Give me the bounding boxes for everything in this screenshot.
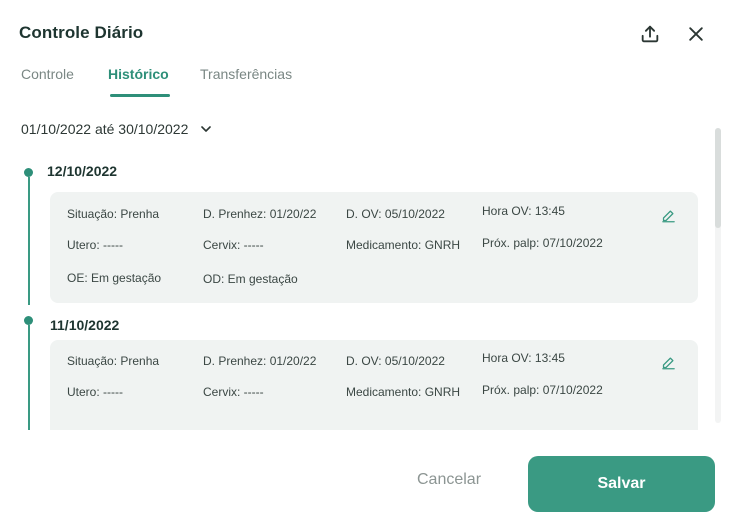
cancel-button[interactable]: Cancelar: [398, 462, 500, 498]
upload-icon: [641, 25, 659, 43]
history-card: Situação: Prenha D. Prenhez: 01/20/22 D.…: [50, 340, 698, 430]
field-od: OD: Em gestação: [203, 272, 298, 286]
field-prox-palp: Próx. palp: 07/10/2022: [482, 236, 603, 250]
active-tab-indicator: [110, 94, 170, 97]
date-range-label: 01/10/2022 até 30/10/2022: [21, 121, 189, 137]
edit-button[interactable]: [659, 206, 677, 224]
field-prox-palp: Próx. palp: 07/10/2022: [482, 383, 603, 397]
field-d-ov: D. OV: 05/10/2022: [346, 207, 445, 221]
tab-historico[interactable]: Histórico: [108, 66, 169, 82]
field-cervix: Cervix: -----: [203, 385, 264, 399]
edit-button[interactable]: [659, 353, 677, 371]
entry-date: 11/10/2022: [50, 317, 120, 333]
chevron-down-icon: [201, 126, 212, 132]
field-d-ov: D. OV: 05/10/2022: [346, 354, 445, 368]
field-utero: Utero: -----: [67, 385, 123, 399]
tab-controle[interactable]: Controle: [21, 66, 74, 82]
pencil-icon: [661, 357, 675, 369]
export-button[interactable]: [636, 20, 664, 48]
field-situacao: Situação: Prenha: [67, 354, 160, 368]
modal-title: Controle Diário: [19, 23, 144, 42]
field-medicamento: Medicamento: GNRH: [346, 238, 461, 252]
field-medicamento: Medicamento: GNRH: [346, 385, 461, 399]
scrollbar-thumb[interactable]: [715, 128, 721, 228]
history-list: 12/10/2022 Situação: Prenha D. Prenhez: …: [0, 148, 712, 430]
date-range-selector[interactable]: 01/10/2022 até 30/10/2022: [21, 121, 214, 137]
field-situacao: Situação: Prenha: [67, 207, 160, 221]
field-hora-ov: Hora OV: 13:45: [482, 351, 565, 365]
save-button[interactable]: Salvar: [528, 456, 715, 512]
tab-bar: Controle Histórico Transferências: [0, 60, 732, 100]
tab-transferencias[interactable]: Transferências: [200, 66, 292, 82]
field-utero: Utero: -----: [67, 238, 123, 252]
close-icon: [689, 27, 703, 41]
entry-date: 12/10/2022: [47, 163, 118, 179]
field-d-prenhez: D. Prenhez: 01/20/22: [203, 207, 317, 221]
close-button[interactable]: [682, 20, 710, 48]
history-card: Situação: Prenha D. Prenhez: 01/20/22 D.…: [50, 192, 698, 303]
timeline-line: [28, 325, 30, 430]
timeline-dot: [24, 316, 33, 325]
field-d-prenhez: D. Prenhez: 01/20/22: [203, 354, 317, 368]
timeline-line: [28, 177, 30, 305]
field-oe: OE: Em gestação: [67, 271, 162, 285]
pencil-icon: [661, 210, 675, 222]
field-hora-ov: Hora OV: 13:45: [482, 204, 565, 218]
timeline-dot: [24, 168, 33, 177]
field-cervix: Cervix: -----: [203, 238, 264, 252]
